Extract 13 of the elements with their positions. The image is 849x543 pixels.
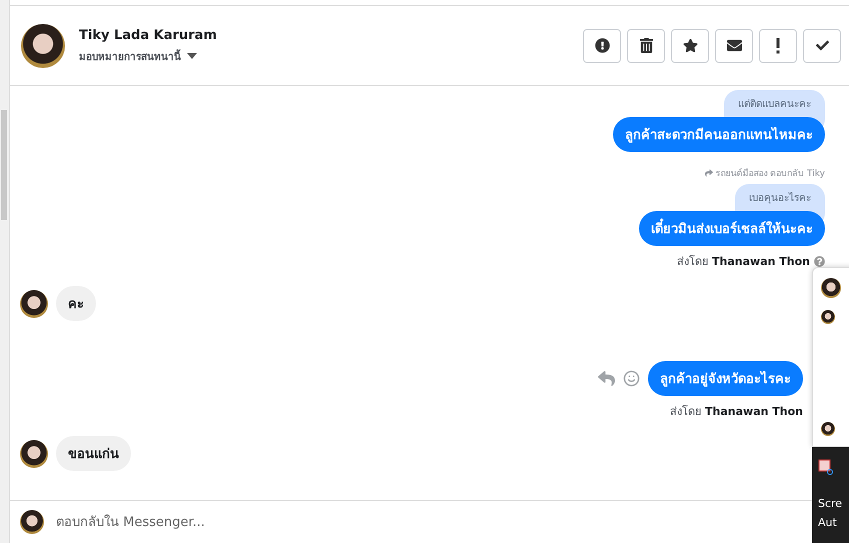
sender-name: Thanawan Thon	[712, 254, 810, 268]
sent-by-label: ส่งโดย	[670, 404, 702, 420]
toast-text: Scre	[818, 497, 842, 510]
message-bubble: ขอนแก่น	[56, 436, 131, 471]
sender-name: Thanawan Thon	[705, 404, 803, 418]
message-bubble: เดี๋ยวมินส่งเบอร์เชลล์ให้นะคะ	[639, 211, 825, 246]
message-bubble: คะ	[56, 286, 96, 321]
sent-by-label: ส่งโดย	[677, 254, 708, 270]
reply-context: รถยนต์มือสอง ตอบกลับ Tiky	[715, 167, 825, 180]
message-bubble: ลูกค้าอยู่จังหวัดอะไรคะ	[648, 361, 803, 396]
message-bubble: ลูกค้าสะดวกมีคนออกแทนไหมคะ	[613, 117, 825, 152]
contact-name: Tiky Lada Karuram	[79, 28, 218, 42]
toast-text: Aut	[818, 516, 837, 529]
